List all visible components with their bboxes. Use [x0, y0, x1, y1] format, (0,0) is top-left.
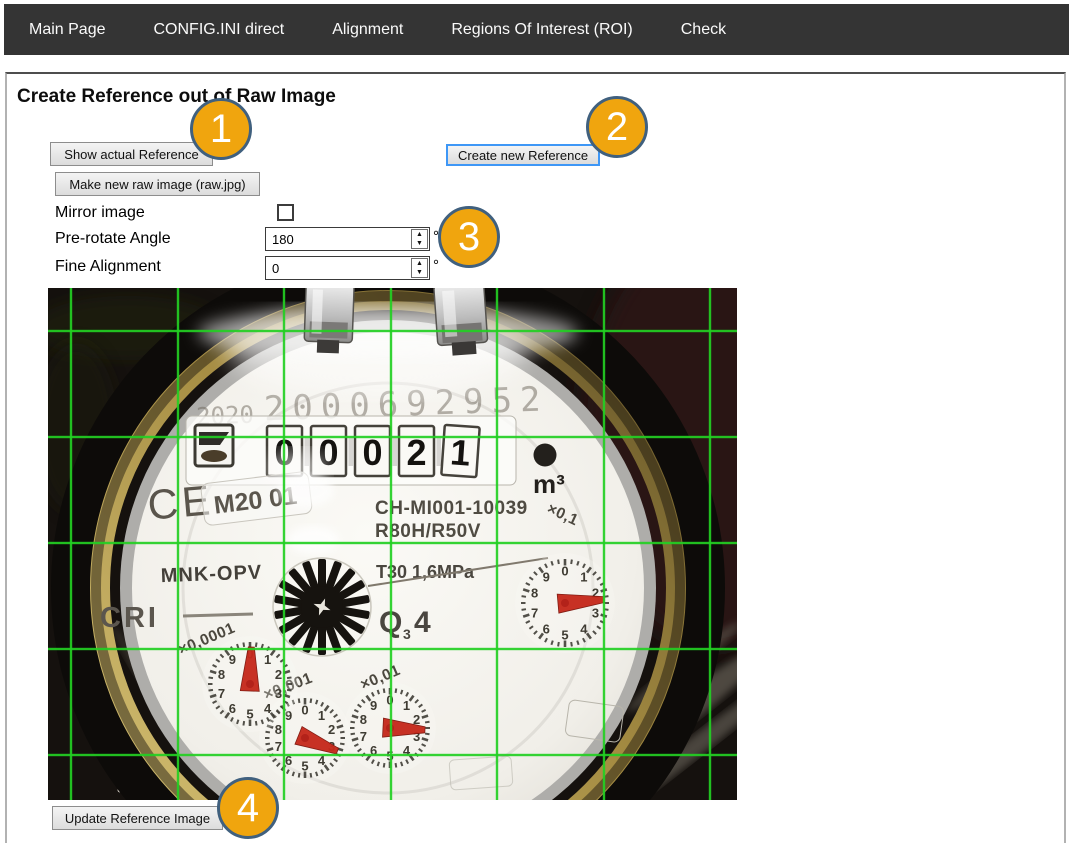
reference-image: 2020 2000692952 00021 m³ CE M20 01 CH-MI… [48, 288, 737, 800]
nav-item-config-ini-direct[interactable]: CONFIG.INI direct [154, 21, 285, 39]
prerotate-angle-label: Pre-rotate Angle [55, 230, 171, 248]
nav-item-alignment[interactable]: Alignment [332, 21, 403, 39]
annotation-circle-4: 4 [217, 777, 279, 839]
nav-item-main-page[interactable]: Main Page [29, 21, 106, 39]
svg-text:5: 5 [301, 759, 308, 774]
svg-text:8: 8 [360, 712, 367, 727]
annotation-circle-2: 2 [586, 96, 648, 158]
svg-text:7: 7 [218, 686, 225, 701]
svg-text:7: 7 [275, 739, 282, 754]
svg-text:3: 3 [275, 686, 282, 701]
svg-text:7: 7 [360, 729, 367, 744]
counter-digit-cell: 0 [355, 426, 390, 476]
make-new-raw-image-button[interactable]: Make new raw image (raw.jpg) [55, 172, 260, 196]
prerotate-angle-input[interactable] [265, 227, 430, 251]
svg-text:6: 6 [543, 621, 550, 636]
svg-text:0: 0 [561, 564, 568, 579]
svg-text:5: 5 [561, 628, 568, 643]
svg-text:3: 3 [592, 605, 599, 620]
fine-alignment-stepper[interactable]: ▲▼ [411, 258, 428, 278]
fine-alignment-label: Fine Alignment [55, 258, 161, 276]
svg-text:1: 1 [264, 652, 271, 667]
fine-alignment-input[interactable] [265, 256, 430, 280]
device-id-text: CH-MI001-10039 [375, 498, 528, 519]
svg-text:1: 1 [403, 698, 410, 713]
svg-text:6: 6 [229, 701, 236, 716]
page-title: Create Reference out of Raw Image [17, 86, 336, 108]
svg-text:9: 9 [229, 652, 236, 667]
svg-text:8: 8 [218, 667, 225, 682]
svg-text:9: 9 [543, 570, 550, 585]
nav-item-check[interactable]: Check [681, 21, 726, 39]
stepper-up-icon[interactable]: ▲ [416, 231, 423, 238]
svg-text:1: 1 [580, 570, 587, 585]
svg-text:7: 7 [531, 605, 538, 620]
stepper-down-icon[interactable]: ▼ [416, 240, 423, 247]
svg-text:3: 3 [403, 626, 411, 642]
svg-text:9: 9 [370, 698, 377, 713]
brand-text: MNK-OPV [160, 562, 262, 588]
counter-digit-cell: 1 [441, 425, 479, 477]
top-navigation-bar: Main Page CONFIG.INI direct Alignment Regio… [4, 4, 1069, 55]
svg-text:2: 2 [275, 667, 282, 682]
nav-item-regions-of-interest-roi[interactable]: Regions Of Interest (ROI) [451, 21, 632, 39]
fine-degree-symbol: ° [433, 257, 439, 274]
unit-label: m³ [533, 469, 565, 499]
mirror-image-label: Mirror image [55, 204, 145, 222]
stepper-up-icon[interactable]: ▲ [416, 260, 423, 267]
svg-text:4: 4 [264, 701, 272, 716]
prerotate-angle-stepper[interactable]: ▲▼ [411, 229, 428, 249]
stepper-down-icon[interactable]: ▼ [416, 269, 423, 276]
svg-text:4: 4 [414, 606, 431, 639]
svg-text:0: 0 [301, 703, 308, 718]
create-new-reference-button[interactable]: Create new Reference [446, 144, 600, 166]
show-actual-reference-button[interactable]: Show actual Reference [50, 142, 213, 166]
svg-text:5: 5 [246, 707, 253, 722]
meter-dial: 0123456789 [515, 553, 615, 653]
annotation-circle-3: 3 [438, 206, 500, 268]
brand2-text: CRI [100, 602, 159, 634]
counter-dot [534, 444, 557, 467]
maker-logo-icon [195, 425, 233, 466]
svg-text:8: 8 [531, 586, 538, 601]
svg-text:2: 2 [328, 722, 335, 737]
update-reference-image-button[interactable]: Update Reference Image [52, 806, 223, 830]
counter-digit-cell: 2 [399, 426, 434, 476]
svg-text:4: 4 [580, 621, 588, 636]
annotation-circle-1: 1 [190, 98, 252, 160]
svg-text:1: 1 [318, 708, 325, 723]
mirror-image-checkbox[interactable] [277, 204, 294, 221]
